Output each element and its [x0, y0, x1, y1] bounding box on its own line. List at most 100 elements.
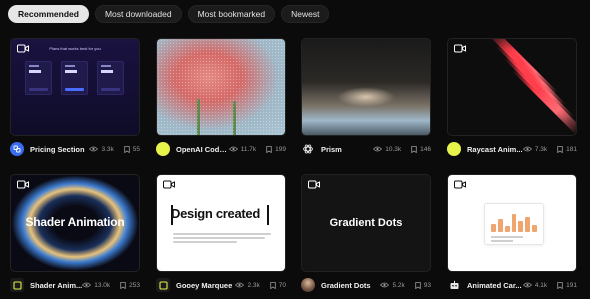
view-count: 11.7k — [240, 145, 257, 153]
card-stats: 10.3k 146 — [373, 146, 431, 153]
eye-icon — [89, 146, 99, 152]
video-icon — [308, 180, 320, 189]
view-count: 13.0k — [94, 281, 111, 289]
filter-newest[interactable]: Newest — [281, 5, 330, 23]
card-stats: 5.2k 93 — [380, 282, 431, 289]
card-stats: 2.3k 70 — [235, 282, 286, 289]
video-icon — [454, 44, 466, 53]
card-thumbnail[interactable] — [447, 38, 577, 136]
card-meta: Prism 10.3k 146 — [301, 141, 431, 157]
card-title[interactable]: OpenAI Code... — [176, 145, 229, 154]
component-card[interactable]: Raycast Anim... 7.3k 181 — [447, 38, 577, 156]
bookmark-icon[interactable] — [557, 145, 563, 153]
card-title[interactable]: Prism — [321, 145, 342, 154]
author-avatar[interactable] — [301, 142, 315, 156]
thumb-heading: Gradient Dots — [329, 217, 403, 229]
card-stats: 3.3k 55 — [89, 146, 140, 153]
eye-icon — [82, 282, 92, 288]
bookmark-icon[interactable] — [266, 145, 272, 153]
card-thumbnail[interactable] — [447, 174, 577, 272]
card-meta: Raycast Anim... 7.3k 181 — [447, 141, 577, 157]
card-stats: 7.3k 181 — [522, 145, 577, 153]
bookmark-count: 70 — [278, 281, 286, 289]
pricing-column — [25, 61, 52, 95]
author-avatar[interactable] — [10, 278, 24, 292]
author-avatar[interactable] — [301, 278, 315, 292]
bookmark-count: 55 — [132, 145, 140, 153]
video-icon — [163, 180, 175, 189]
robot-icon — [450, 280, 458, 289]
author-avatar[interactable] — [447, 278, 461, 292]
card-stats: 13.0k 253 — [82, 282, 140, 289]
filter-most-bookmarked[interactable]: Most bookmarked — [187, 5, 276, 23]
component-card[interactable]: Design created Gooey Marquee 2.3k 70 — [156, 174, 286, 292]
view-count: 2.3k — [247, 281, 260, 289]
card-stats: 11.7k 199 — [228, 145, 286, 153]
author-avatar[interactable] — [10, 142, 24, 156]
view-count: 4.1k — [534, 281, 548, 289]
card-meta: Gooey Marquee 2.3k 70 — [156, 277, 286, 293]
card-thumbnail[interactable] — [156, 38, 286, 136]
bookmark-count: 191 — [566, 281, 577, 289]
bookmark-count: 253 — [129, 281, 140, 289]
card-title[interactable]: Gradient Dots — [321, 281, 371, 290]
card-thumbnail[interactable]: Gradient Dots — [301, 174, 431, 272]
author-avatar[interactable] — [156, 142, 170, 156]
view-count: 10.3k — [385, 145, 402, 153]
eye-icon — [235, 282, 245, 288]
card-meta: Gradient Dots 5.2k 93 — [301, 277, 431, 293]
bookmark-count: 93 — [423, 281, 431, 289]
card-meta: Animated Car... 4.1k 191 — [447, 277, 577, 293]
bookmark-icon[interactable] — [124, 145, 130, 153]
bookmark-count: 199 — [275, 145, 286, 153]
card-title[interactable]: Gooey Marquee — [176, 281, 232, 290]
bookmark-count: 181 — [566, 145, 577, 153]
component-card[interactable]: Gradient Dots Gradient Dots 5.2k 93 — [301, 174, 431, 292]
video-icon — [454, 180, 466, 189]
bookmark-icon[interactable] — [120, 281, 126, 289]
thumb-heading: Shader Animation — [25, 215, 125, 229]
filter-most-downloaded[interactable]: Most downloaded — [94, 5, 182, 23]
eye-icon — [228, 146, 238, 152]
bookmark-count: 146 — [420, 145, 431, 153]
view-count: 7.3k — [534, 145, 548, 153]
bookmark-icon[interactable] — [415, 281, 421, 289]
bookmark-icon[interactable] — [557, 281, 563, 289]
bookmark-icon[interactable] — [411, 145, 417, 153]
eye-icon — [522, 146, 532, 152]
card-thumbnail[interactable]: Design created — [156, 174, 286, 272]
card-thumbnail[interactable]: Shader Animation — [10, 174, 140, 272]
card-meta: Pricing Section 3.3k 55 — [10, 141, 140, 157]
component-card[interactable]: Plans that works best for you Pricing Se… — [10, 38, 140, 156]
card-stats: 4.1k 191 — [522, 281, 577, 289]
preview-card — [484, 203, 544, 245]
pricing-column — [97, 61, 124, 95]
filter-recommended[interactable]: Recommended — [8, 5, 89, 23]
card-thumbnail[interactable] — [301, 38, 431, 136]
thumb-heading: Plans that works best for you — [49, 46, 101, 51]
logo-icon — [13, 145, 21, 153]
card-meta: Shader Anim... 13.0k 253 — [10, 277, 140, 293]
card-title[interactable]: Pricing Section — [30, 145, 85, 154]
eye-icon — [522, 282, 532, 288]
author-avatar[interactable] — [447, 142, 461, 156]
logo-icon — [12, 280, 22, 290]
view-count: 3.3k — [101, 145, 114, 153]
component-card[interactable]: Prism 10.3k 146 — [301, 38, 431, 154]
eye-icon — [380, 282, 390, 288]
component-card[interactable]: Shader Animation Shader Anim... 13.0k 25… — [10, 174, 140, 292]
view-count: 5.2k — [392, 281, 405, 289]
card-thumbnail[interactable]: Plans that works best for you — [10, 38, 140, 136]
bookmark-icon[interactable] — [270, 281, 276, 289]
author-avatar[interactable] — [156, 278, 170, 292]
component-card[interactable]: Animated Car... 4.1k 191 — [447, 174, 577, 290]
logo-icon — [158, 280, 168, 290]
eye-icon — [373, 146, 383, 152]
card-title[interactable]: Shader Anim... — [30, 281, 82, 290]
component-card[interactable]: OpenAI Code... 11.7k 199 — [156, 38, 286, 156]
card-title[interactable]: Raycast Anim... — [467, 145, 523, 154]
card-title[interactable]: Animated Car... — [467, 281, 522, 290]
filter-bar: Recommended Most downloaded Most bookmar… — [8, 5, 330, 23]
card-meta: OpenAI Code... 11.7k 199 — [156, 141, 286, 157]
thumb-heading: Design created — [171, 206, 261, 221]
